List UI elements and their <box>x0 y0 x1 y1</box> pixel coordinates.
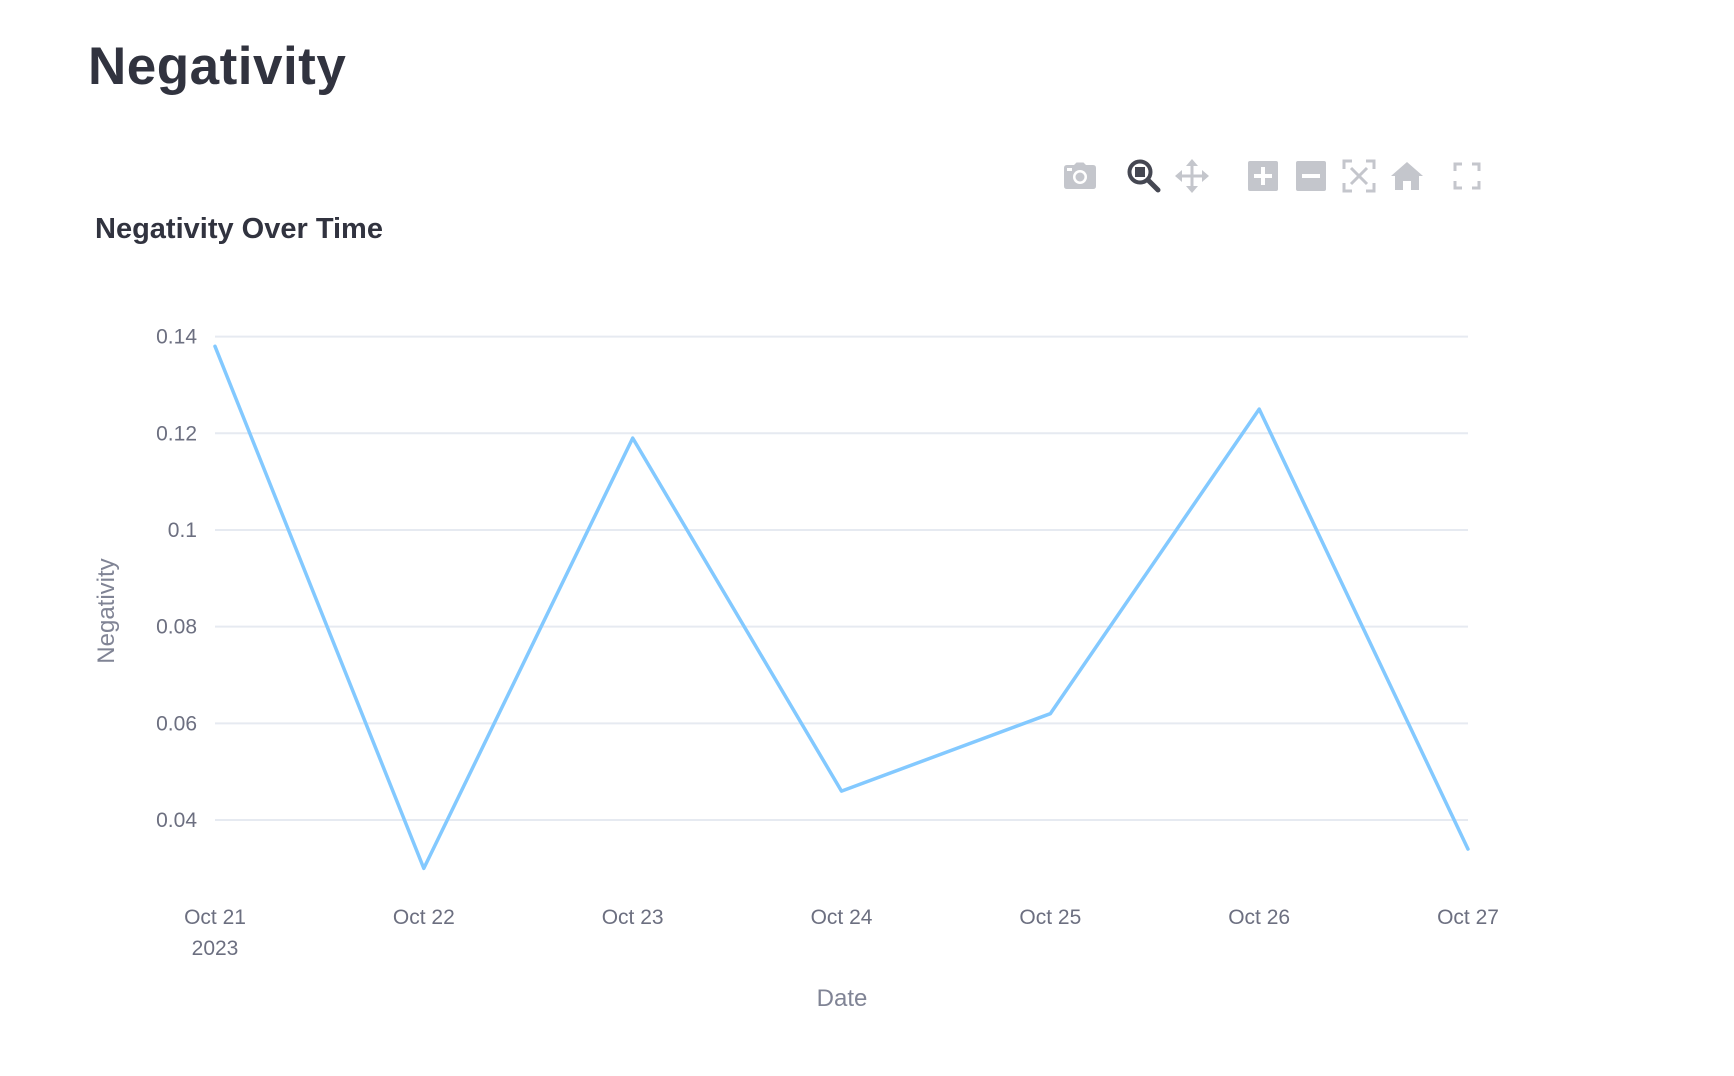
data-point[interactable] <box>209 340 221 352</box>
y-axis-title: Negativity <box>93 558 120 663</box>
data-point[interactable] <box>836 785 848 797</box>
chart-title: Negativity Over Time <box>95 213 383 245</box>
y-tick-label: 0.06 <box>156 712 197 735</box>
gridlines <box>215 335 1468 822</box>
x-tick-label: Oct 26 <box>1228 906 1290 929</box>
x-tick-label: Oct 22 <box>393 906 455 929</box>
y-tick-label: 0.1 <box>168 519 197 542</box>
series-layer <box>209 340 1474 874</box>
y-tick-label: 0.14 <box>156 326 197 349</box>
y-axis-ticks: 0.04 0.06 0.08 0.1 0.12 0.14 <box>156 326 197 832</box>
x-tick-label: Oct 25 <box>1019 906 1081 929</box>
y-tick-label: 0.12 <box>156 422 197 445</box>
y-tick-label: 0.08 <box>156 616 197 639</box>
data-point[interactable] <box>1044 708 1056 720</box>
x-tick-label: Oct 21 <box>184 906 246 929</box>
y-tick-label: 0.04 <box>156 809 197 832</box>
data-point[interactable] <box>1462 843 1474 855</box>
data-point[interactable] <box>418 862 430 874</box>
x-tick-year-label: 2023 <box>192 937 239 960</box>
x-tick-label: Oct 23 <box>602 906 664 929</box>
data-point[interactable] <box>1253 403 1265 415</box>
x-tick-label: Oct 24 <box>811 906 873 929</box>
line-chart[interactable]: Negativity Over Time 0.04 0.06 0.08 0.1 0.12… <box>0 0 1734 1076</box>
x-axis-ticks: Oct 21 Oct 22 Oct 23 Oct 24 Oct 25 Oct 26 Oct … <box>184 906 1499 960</box>
data-point[interactable] <box>627 432 639 444</box>
x-tick-label: Oct 27 <box>1437 906 1499 929</box>
x-axis-title: Date <box>817 985 868 1012</box>
chart-panel: Negativity Over Time 0.04 0.06 0.08 0.1 0.12… <box>0 0 1734 1076</box>
